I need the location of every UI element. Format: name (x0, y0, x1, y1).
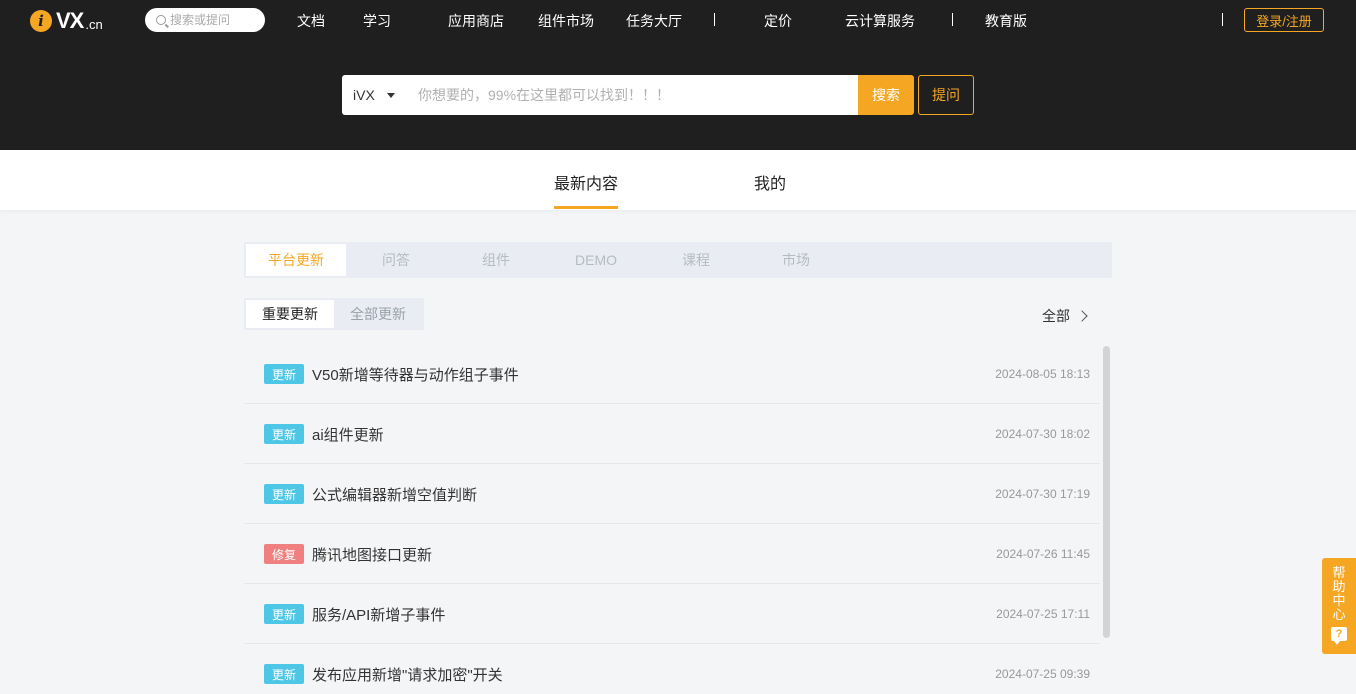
help-center-label: 帮助中心 (1332, 565, 1346, 622)
logo-text: VX (56, 8, 84, 33)
list-item[interactable]: 更新 发布应用新增"请求加密"开关 2024-07-25 09:39 (244, 644, 1100, 694)
chevron-right-icon (1076, 310, 1088, 322)
main-tabs: 最新内容 我的 (0, 150, 1356, 210)
login-register-button[interactable]: 登录/注册 (1244, 8, 1324, 32)
update-list: 更新 V50新增等待器与动作组子事件 2024-08-05 18:13 更新 a… (244, 344, 1102, 694)
nav-divider (1222, 13, 1223, 26)
main-search-bar: iVX (342, 75, 858, 115)
search-icon (156, 15, 166, 25)
item-date: 2024-07-26 11:45 (996, 547, 1090, 561)
list-item[interactable]: 更新 服务/API新增子事件 2024-07-25 17:11 (244, 584, 1100, 644)
update-filter-tabs: 重要更新 全部更新 (244, 298, 424, 330)
caret-down-icon (386, 92, 395, 98)
item-title[interactable]: 发布应用新增"请求加密"开关 (312, 664, 503, 685)
nav-component-market[interactable]: 组件市场 (538, 11, 594, 31)
logo-mark: i (30, 10, 52, 32)
item-title[interactable]: 公式编辑器新增空值判断 (312, 484, 477, 505)
list-item[interactable]: 更新 ai组件更新 2024-07-30 18:02 (244, 404, 1100, 464)
search-button[interactable]: 搜索 (858, 75, 914, 115)
scope-select[interactable]: iVX (342, 87, 408, 103)
list-item[interactable]: 更新 公式编辑器新增空值判断 2024-07-30 17:19 (244, 464, 1100, 524)
status-badge: 更新 (264, 484, 304, 504)
status-badge: 更新 (264, 604, 304, 624)
nav-divider (952, 13, 953, 26)
scope-select-value: iVX (353, 87, 375, 103)
status-badge: 更新 (264, 424, 304, 444)
ivx-logo[interactable]: i VX .cn (30, 8, 103, 34)
view-all-link[interactable]: 全部 (1042, 306, 1088, 326)
tab-market[interactable]: 市场 (746, 244, 846, 276)
category-tabs: 平台更新 问答 组件 DEMO 课程 市场 (244, 242, 1112, 278)
item-title[interactable]: 腾讯地图接口更新 (312, 544, 432, 565)
logo-suffix: .cn (85, 17, 103, 32)
list-scrollbar[interactable] (1103, 346, 1110, 638)
item-date: 2024-07-30 18:02 (995, 427, 1090, 441)
list-item[interactable]: 修复 腾讯地图接口更新 2024-07-26 11:45 (244, 524, 1100, 584)
item-date: 2024-07-25 17:11 (996, 607, 1090, 621)
item-title[interactable]: 服务/API新增子事件 (312, 604, 445, 625)
top-search-input[interactable] (170, 13, 254, 27)
top-header: i VX .cn 文档 学习 应用商店 组件市场 任务大厅 定价 云计算服务 教… (0, 0, 1356, 150)
item-title[interactable]: ai组件更新 (312, 424, 384, 445)
nav-learn[interactable]: 学习 (363, 11, 391, 31)
active-tab-indicator (554, 206, 618, 209)
question-bubble-icon: ? (1331, 627, 1347, 645)
item-date: 2024-07-25 09:39 (995, 667, 1090, 681)
tab-all-updates[interactable]: 全部更新 (334, 300, 422, 328)
status-badge: 更新 (264, 664, 304, 684)
help-center-button[interactable]: 帮助中心 ? (1322, 558, 1356, 654)
nav-task-hall[interactable]: 任务大厅 (626, 11, 682, 31)
tab-important-updates[interactable]: 重要更新 (246, 300, 334, 328)
nav-app-store[interactable]: 应用商店 (448, 11, 504, 31)
tab-latest-content[interactable]: 最新内容 (554, 170, 618, 194)
main-search-input[interactable] (408, 87, 858, 103)
tab-courses[interactable]: 课程 (646, 244, 746, 276)
tab-components[interactable]: 组件 (446, 244, 546, 276)
nav-divider (714, 13, 715, 26)
top-search-box[interactable] (145, 8, 265, 32)
nav-pricing[interactable]: 定价 (764, 11, 792, 31)
status-badge: 修复 (264, 544, 304, 564)
item-date: 2024-07-30 17:19 (995, 487, 1090, 501)
tab-mine[interactable]: 我的 (754, 170, 786, 194)
item-title[interactable]: V50新增等待器与动作组子事件 (312, 364, 519, 385)
nav-education[interactable]: 教育版 (985, 11, 1027, 31)
item-date: 2024-08-05 18:13 (995, 367, 1090, 381)
nav-cloud-service[interactable]: 云计算服务 (845, 11, 915, 31)
nav-docs[interactable]: 文档 (297, 11, 325, 31)
list-item[interactable]: 更新 V50新增等待器与动作组子事件 2024-08-05 18:13 (244, 344, 1100, 404)
view-all-label: 全部 (1042, 308, 1070, 324)
ask-question-button[interactable]: 提问 (918, 75, 974, 115)
status-badge: 更新 (264, 364, 304, 384)
tab-platform-updates[interactable]: 平台更新 (246, 244, 346, 276)
tab-qa[interactable]: 问答 (346, 244, 446, 276)
tab-demo[interactable]: DEMO (546, 244, 646, 276)
